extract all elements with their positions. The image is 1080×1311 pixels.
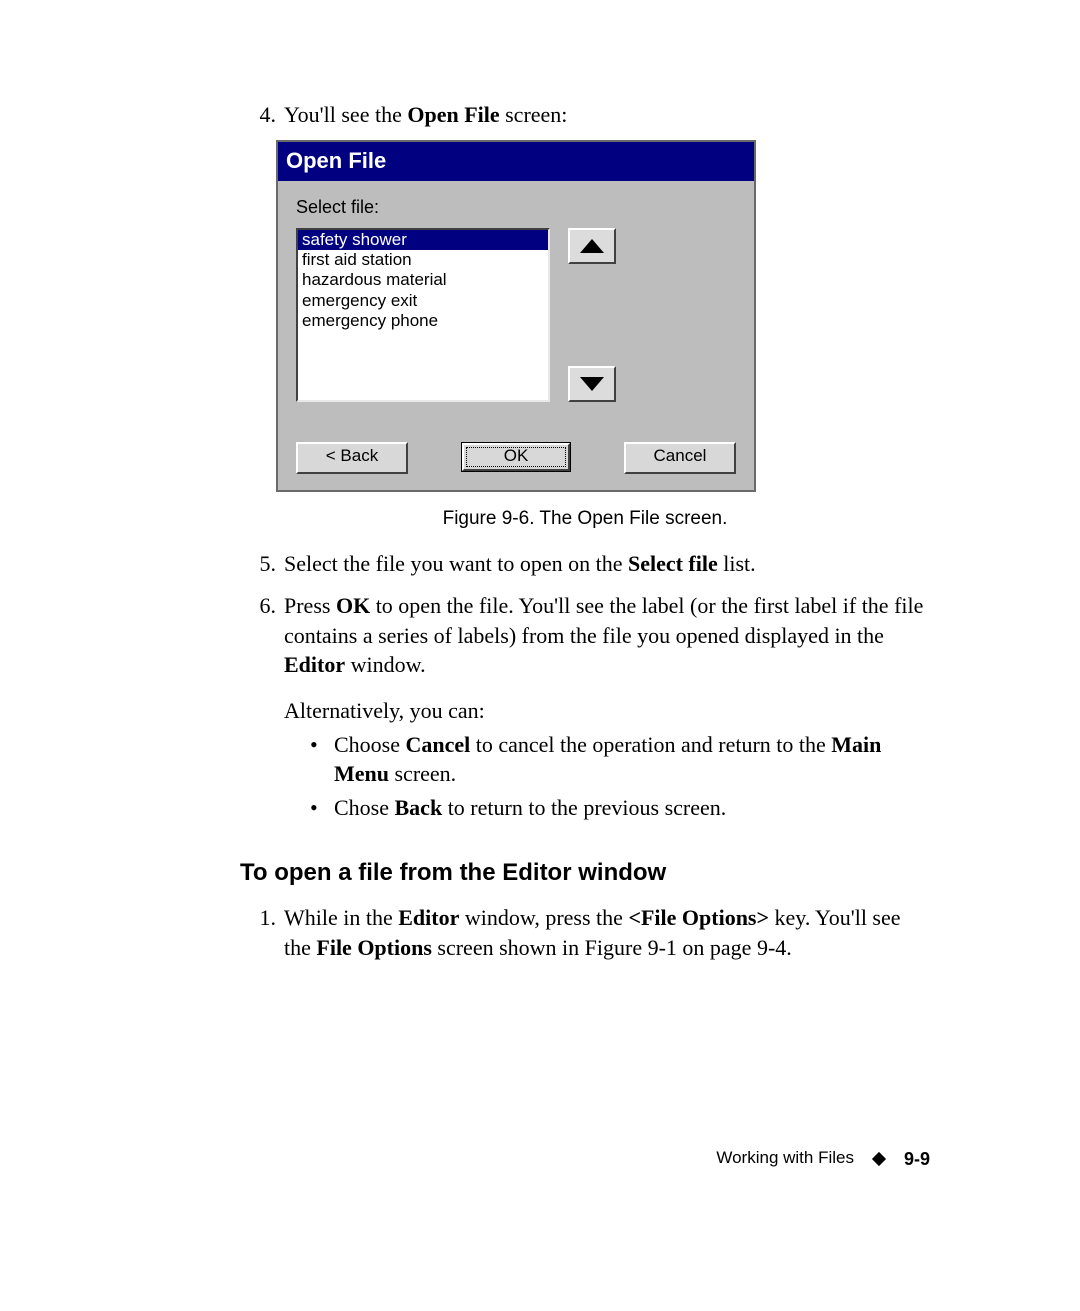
bullet-back: • Chose Back to return to the previous s… — [310, 793, 930, 823]
ok-button-outer[interactable]: OK — [461, 442, 571, 472]
open-file-dialog-figure: Open File Select file: safety shower fir… — [276, 140, 930, 492]
text: window. — [345, 652, 425, 677]
bold: Editor — [398, 905, 459, 930]
triangle-down-icon — [580, 377, 604, 391]
section2-step-1: 1. While in the Editor window, press the… — [240, 903, 930, 962]
step-4-text: You'll see the Open File screen: — [284, 100, 930, 130]
triangle-up-icon — [580, 239, 604, 253]
file-option-selected[interactable]: safety shower — [298, 230, 548, 250]
bullet-icon: • — [310, 793, 334, 823]
text: to cancel the operation and return to th… — [470, 732, 831, 757]
step-5: 5. Select the file you want to open on t… — [240, 549, 930, 579]
file-option[interactable]: hazardous material — [298, 270, 548, 290]
text: Chose — [334, 795, 395, 820]
file-option[interactable]: emergency phone — [298, 311, 548, 331]
step-4: 4. You'll see the Open File screen: — [240, 100, 930, 130]
bold: Editor — [284, 652, 345, 677]
footer-chapter-title: Working with Files — [716, 1147, 854, 1170]
bullet-icon: • — [310, 730, 334, 789]
text: Select the file you want to open on the — [284, 551, 628, 576]
dialog-titlebar: Open File — [278, 142, 754, 182]
footer-page-number: 9-9 — [904, 1147, 930, 1171]
step-4-number: 4. — [240, 100, 284, 130]
bold: File Options — [316, 935, 432, 960]
text: screen. — [389, 761, 456, 786]
alternatively-label: Alternatively, you can: — [284, 696, 930, 726]
text: window, press the — [459, 905, 628, 930]
file-option[interactable]: first aid station — [298, 250, 548, 270]
open-file-dialog: Open File Select file: safety shower fir… — [276, 140, 756, 492]
figure-caption: Figure 9-6. The Open File screen. — [240, 506, 930, 532]
diamond-icon — [872, 1152, 886, 1166]
text: screen shown in Figure 9-1 on page 9-4. — [432, 935, 792, 960]
text: You'll see the — [284, 102, 407, 127]
step-5-number: 5. — [240, 549, 284, 579]
back-button[interactable]: < Back — [296, 442, 408, 474]
step-5-text: Select the file you want to open on the … — [284, 549, 930, 579]
bold: Select file — [628, 551, 718, 576]
text: to open the file. You'll see the label (… — [284, 593, 923, 648]
cancel-button[interactable]: Cancel — [624, 442, 736, 474]
section-heading: To open a file from the Editor window — [240, 857, 930, 889]
file-option[interactable]: emergency exit — [298, 291, 548, 311]
bold: Open File — [407, 102, 499, 127]
scroll-up-button[interactable] — [568, 228, 616, 264]
text: While in the — [284, 905, 398, 930]
text: list. — [718, 551, 756, 576]
section2-step-1-number: 1. — [240, 903, 284, 962]
text: screen: — [500, 102, 568, 127]
text: to return to the previous screen. — [442, 795, 726, 820]
bold: OK — [336, 593, 370, 618]
page-footer: Working with Files 9-9 — [716, 1147, 930, 1171]
file-listbox[interactable]: safety shower first aid station hazardou… — [296, 228, 550, 402]
bold: Back — [395, 795, 443, 820]
bold: <File Options> — [628, 905, 769, 930]
section2-step-1-text: While in the Editor window, press the <F… — [284, 903, 930, 962]
scroll-down-button[interactable] — [568, 366, 616, 402]
text: Choose — [334, 732, 406, 757]
step-6-number: 6. — [240, 591, 284, 827]
select-file-label: Select file: — [296, 195, 736, 219]
bold: Cancel — [406, 732, 471, 757]
bullet-cancel: • Choose Cancel to cancel the operation … — [310, 730, 930, 789]
step-6: 6. Press OK to open the file. You'll see… — [240, 591, 930, 827]
text: Press — [284, 593, 336, 618]
ok-button[interactable]: OK — [462, 443, 570, 471]
step-6-text: Press OK to open the file. You'll see th… — [284, 591, 930, 827]
